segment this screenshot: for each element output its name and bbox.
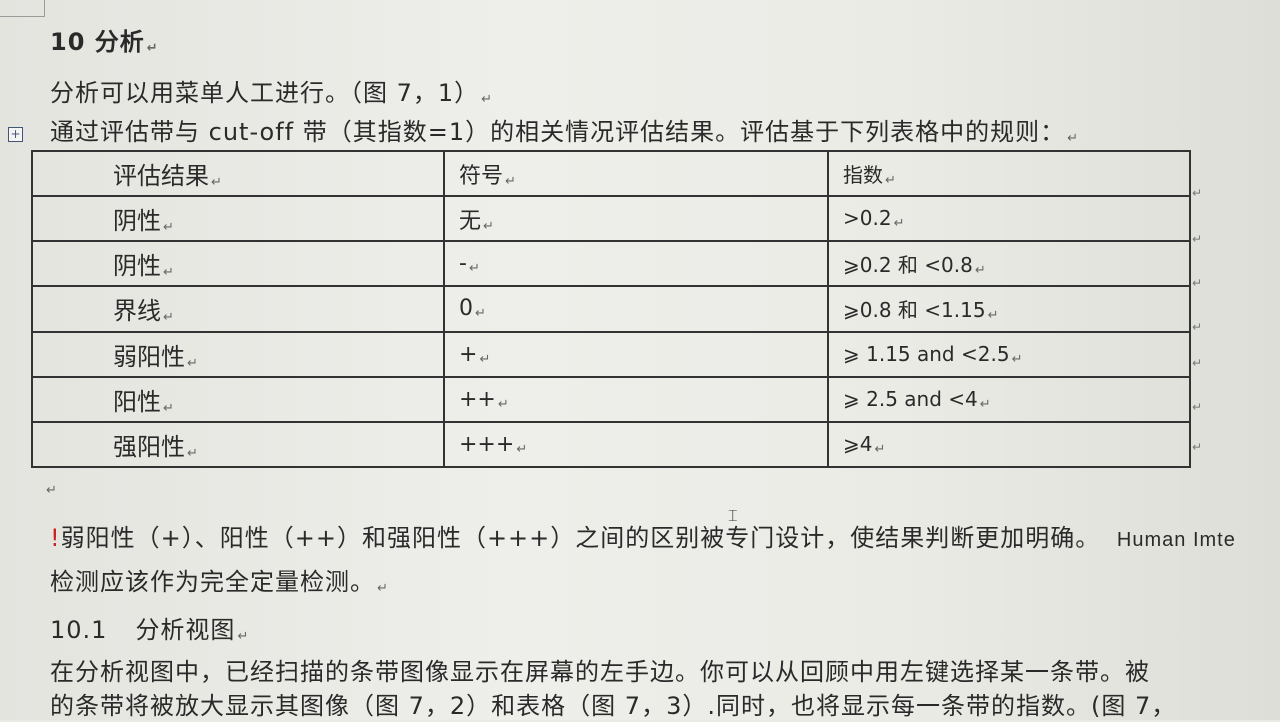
table-cell: + ↵: [443, 330, 829, 378]
table-row: 弱阳性 ↵ + ↵ ⩾ 1.15 and <2.5 ↵: [31, 330, 1191, 378]
text-cursor-icon: ⌶: [728, 506, 738, 525]
table-row: 界线 ↵ 0 ↵ ⩾0.8 和 <1.15 ↵: [31, 285, 1191, 333]
table-cell: 界线 ↵: [31, 285, 445, 333]
table-cell: ⩾0.8 和 <1.15 ↵: [827, 285, 1191, 333]
paragraph-3-text: 弱阳性（+）、阳性（++）和强阳性（+++）之间的区别被专门设计，使结果判断更加…: [60, 524, 1101, 552]
paragraph-3-trailing-text: Human Imte: [1116, 529, 1236, 551]
table-cell: 无 ↵: [443, 195, 829, 243]
paragraph-3: !弱阳性（+）、阳性（++）和强阳性（+++）之间的区别被专门设计，使结果判断更…: [50, 522, 1236, 556]
table-cell: ++ ↵: [443, 375, 829, 423]
table-cell: 阳性 ↵: [31, 375, 445, 423]
table-cell: ⩾0.2 和 <0.8 ↵: [827, 240, 1191, 288]
paragraph-5: 在分析视图中，已经扫描的条带图像显示在屏幕的左手边。你可以从回顾中用左键选择某一…: [50, 656, 1150, 688]
table-header-cell: 符号 ↵: [443, 149, 829, 198]
table-row: 阳性 ↵ ++ ↵ ⩾ 2.5 and <4 ↵: [31, 375, 1191, 423]
ruler-corner: [0, 0, 45, 17]
paragraph-mark: ↵: [481, 92, 494, 107]
table-cell: 阴性 ↵: [31, 240, 445, 288]
table-row: 强阳性 ↵ +++ ↵ ⩾4 ↵: [31, 420, 1191, 469]
paragraph-6: 的条带将被放大显示其图像（图 7，2）和表格（图 7，3）.同时，也将显示每一条…: [50, 690, 1176, 722]
table-cell: ⩾ 2.5 and <4 ↵: [827, 375, 1191, 423]
paragraph-2-text: 通过评估带与 cut-off 带（其指数=1）的相关情况评估结果。评估基于下列表…: [50, 118, 1066, 146]
row-end-mark: ↵: [1192, 356, 1203, 370]
paragraph-mark: ↵: [146, 41, 159, 56]
document-page: 10 分析 ↵ 分析可以用菜单人工进行。（图 7，1） ↵ + 通过评估带与 cut…: [0, 0, 1280, 720]
empty-paragraph: ↵: [44, 478, 58, 501]
row-end-mark: ↵: [1192, 186, 1203, 200]
row-end-mark: ↵: [1192, 276, 1203, 290]
table-header-cell: 评估结果 ↵: [31, 149, 445, 198]
paragraph-mark: ↵: [1067, 131, 1080, 146]
paragraph-6-text: 的条带将被放大显示其图像（图 7，2）和表格（图 7，3）.同时，也将显示每一条…: [50, 692, 1177, 720]
paragraph-mark: ↵: [237, 629, 250, 644]
row-end-mark: ↵: [1192, 232, 1203, 246]
evaluation-rules-table: 评估结果 ↵ 符号 ↵ 指数 ↵ 阴性 ↵ 无 ↵ >0.2 ↵ 阴性 ↵ - ↵ ⩾0.2 和…: [31, 149, 1191, 469]
section-heading-text: 10 分析: [50, 28, 145, 56]
subsection-title: 分析视图: [135, 616, 236, 644]
table-cell: ⩾4 ↵: [827, 420, 1191, 469]
table-move-icon[interactable]: +: [8, 127, 23, 142]
paragraph-4: 检测应该作为完全定量检测。 ↵: [50, 566, 389, 605]
paragraph-1: 分析可以用菜单人工进行。（图 7，1） ↵: [50, 77, 493, 116]
subsection-heading: 10.1 分析视图 ↵: [50, 614, 249, 653]
paragraph-5-text: 在分析视图中，已经扫描的条带图像显示在屏幕的左手边。你可以从回顾中用左键选择某一…: [50, 658, 1150, 686]
section-heading: 10 分析 ↵: [50, 26, 159, 65]
table-cell: 阴性 ↵: [31, 195, 445, 243]
warning-mark: !: [50, 524, 61, 552]
table-cell: +++ ↵: [443, 420, 829, 469]
paragraph-1-text: 分析可以用菜单人工进行。（图 7，1）: [50, 79, 480, 107]
row-end-mark: ↵: [1192, 440, 1203, 454]
paragraph-mark: ↵: [46, 483, 58, 498]
table-cell: - ↵: [443, 240, 829, 288]
row-end-mark: ↵: [1192, 400, 1203, 414]
table-cell: 0 ↵: [443, 285, 829, 333]
table-header-cell: 指数 ↵: [827, 149, 1191, 198]
paragraph-4-text: 检测应该作为完全定量检测。: [50, 568, 375, 596]
subsection-number: 10.1: [50, 616, 108, 644]
table-cell: 强阳性 ↵: [31, 420, 445, 469]
paragraph-mark: ↵: [377, 581, 389, 596]
table-header-row: 评估结果 ↵ 符号 ↵ 指数 ↵: [31, 149, 1191, 198]
table-row: 阴性 ↵ 无 ↵ >0.2 ↵: [31, 195, 1191, 243]
row-end-mark: ↵: [1192, 320, 1203, 334]
table-cell: >0.2 ↵: [827, 195, 1191, 243]
table-row: 阴性 ↵ - ↵ ⩾0.2 和 <0.8 ↵: [31, 240, 1191, 288]
table-cell: ⩾ 1.15 and <2.5 ↵: [827, 330, 1191, 378]
table-cell: 弱阳性 ↵: [31, 330, 445, 378]
